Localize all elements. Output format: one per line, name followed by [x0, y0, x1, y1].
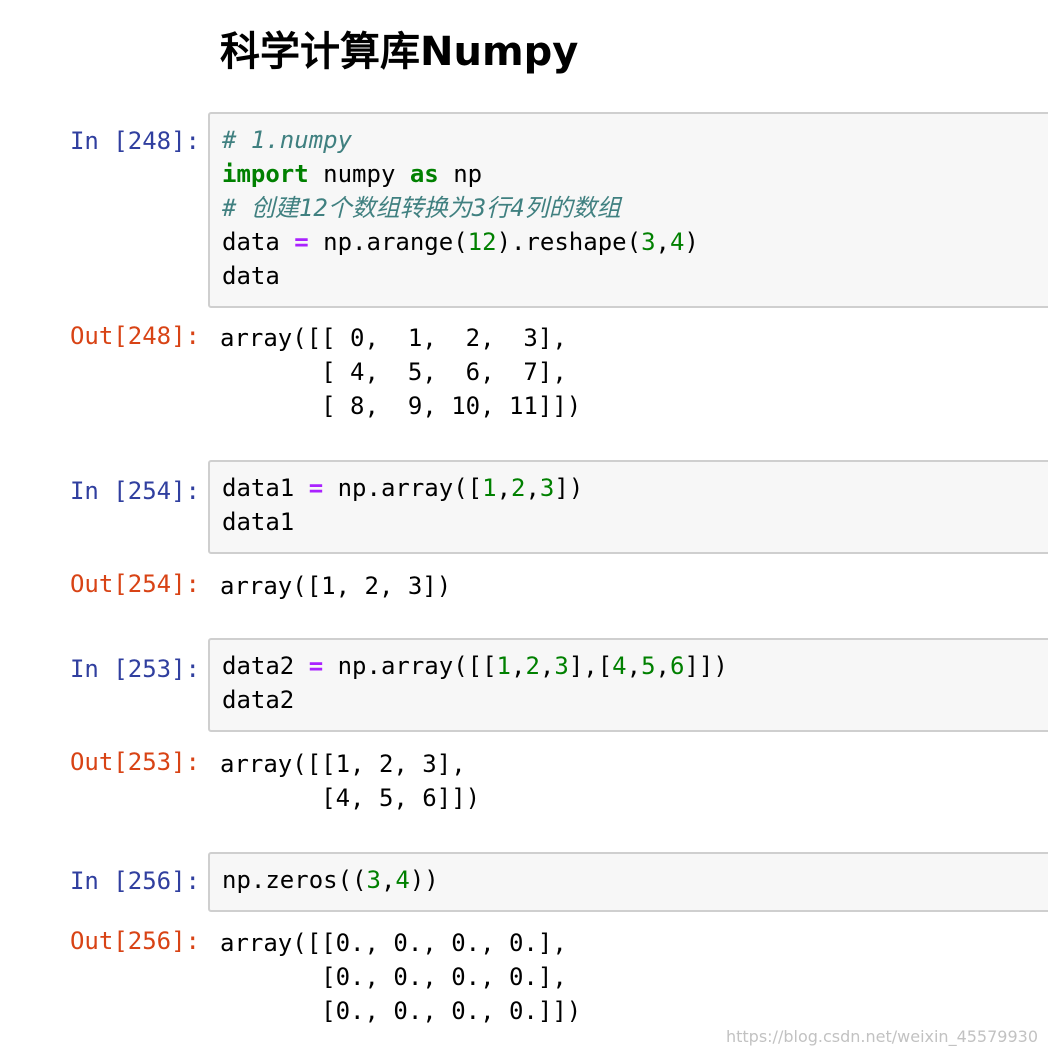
code-line: np.zeros((3,4))	[222, 863, 1048, 897]
code-text: ])	[554, 474, 584, 502]
cell-253-output: array([[1, 2, 3], [4, 5, 6]])	[220, 747, 480, 815]
code-text: data1	[222, 474, 309, 502]
output-line: array([[0., 0., 0., 0.],	[220, 929, 567, 957]
code-text: ,	[539, 652, 555, 680]
code-text: data1	[222, 508, 295, 536]
code-text: ,	[626, 652, 642, 680]
notebook-heading: 科学计算库Numpy	[220, 29, 579, 75]
output-line: [ 4, 5, 6, 7],	[220, 358, 567, 386]
code-text: data2	[222, 686, 295, 714]
code-text: np	[438, 160, 483, 188]
code-number: 3	[366, 866, 381, 894]
code-text: ,	[655, 652, 670, 680]
code-text: np.zeros((	[222, 866, 367, 894]
code-text: ,	[380, 866, 396, 894]
code-text: )	[684, 228, 699, 256]
code-cell-256-input[interactable]: np.zeros((3,4))	[208, 852, 1048, 912]
code-text: ,	[496, 474, 512, 502]
code-text: ,	[655, 228, 670, 256]
out-prompt-248: Out[248]:	[69, 322, 200, 350]
code-text: ,	[511, 652, 526, 680]
code-line: import numpy as np	[222, 157, 1048, 191]
code-number: 3	[554, 652, 569, 680]
out-prompt-253: Out[253]:	[69, 748, 200, 776]
code-cell-248-input[interactable]: # 1.numpy import numpy as np # 创建12个数组转换…	[208, 112, 1048, 308]
in-prompt-256: In [256]:	[69, 867, 200, 895]
code-line: # 1.numpy	[222, 123, 1048, 157]
code-cell-254-input[interactable]: data1 = np.array([1,2,3]) data1	[208, 460, 1048, 554]
code-number: 3	[641, 228, 656, 256]
in-prompt-248: In [248]:	[69, 127, 200, 155]
code-text: np.arange(	[308, 228, 468, 256]
code-line: # 创建12个数组转换为3行4列的数组	[222, 191, 1048, 225]
code-text: data	[222, 228, 295, 256]
code-operator: =	[294, 228, 309, 256]
output-line: array([1, 2, 3])	[220, 572, 452, 600]
code-text: data2	[222, 652, 309, 680]
code-number: 12	[467, 228, 497, 256]
cell-248-output: array([[ 0, 1, 2, 3], [ 4, 5, 6, 7], [ 8…	[220, 321, 581, 423]
code-text: data	[222, 262, 280, 290]
code-text: ]])	[684, 652, 728, 680]
code-comment: # 创建12个数组转换为3行4列的数组	[222, 194, 621, 222]
code-number: 1	[496, 652, 511, 680]
code-number: 2	[525, 652, 540, 680]
code-line: data2 = np.array([[1,2,3],[4,5,6]])	[222, 649, 1048, 683]
code-comment: # 1.numpy	[222, 126, 353, 154]
code-number: 4	[669, 228, 685, 256]
code-operator: =	[308, 652, 324, 680]
code-operator: =	[308, 474, 324, 502]
in-prompt-253: In [253]:	[69, 655, 200, 683]
code-text: np.array([[	[323, 652, 497, 680]
code-line: data = np.arange(12).reshape(3,4)	[222, 225, 1048, 259]
code-keyword: as	[409, 160, 439, 188]
watermark: https://blog.csdn.net/weixin_45579930	[725, 1027, 1038, 1046]
output-line: array([[ 0, 1, 2, 3],	[220, 324, 567, 352]
code-text: ],[	[568, 652, 613, 680]
code-keyword: import	[222, 160, 309, 188]
code-number: 1	[482, 474, 497, 502]
output-line: [0., 0., 0., 0.]])	[220, 997, 582, 1025]
code-line: data1 = np.array([1,2,3])	[222, 471, 1048, 505]
code-text: ))	[409, 866, 439, 894]
out-prompt-254: Out[254]:	[69, 570, 200, 598]
code-number: 4	[612, 652, 627, 680]
output-line: [ 8, 9, 10, 11]])	[220, 392, 582, 420]
code-number: 6	[669, 652, 685, 680]
code-line: data2	[222, 683, 1048, 717]
code-cell-253-input[interactable]: data2 = np.array([[1,2,3],[4,5,6]]) data…	[208, 638, 1048, 732]
code-number: 3	[539, 474, 555, 502]
code-line: data1	[222, 505, 1048, 539]
code-number: 2	[511, 474, 526, 502]
cell-256-output: array([[0., 0., 0., 0.], [0., 0., 0., 0.…	[220, 926, 581, 1028]
out-prompt-256: Out[256]:	[69, 927, 200, 955]
code-text: numpy	[308, 160, 410, 188]
output-line: [4, 5, 6]])	[220, 784, 481, 812]
in-prompt-254: In [254]:	[69, 477, 200, 505]
output-line: [0., 0., 0., 0.],	[220, 963, 567, 991]
output-line: array([[1, 2, 3],	[220, 750, 466, 778]
code-text: ).reshape(	[496, 228, 642, 256]
code-number: 5	[641, 652, 656, 680]
code-number: 4	[395, 866, 410, 894]
code-text: ,	[525, 474, 540, 502]
code-line: data	[222, 259, 1048, 293]
code-text: np.array([	[323, 474, 483, 502]
cell-254-output: array([1, 2, 3])	[220, 569, 451, 603]
